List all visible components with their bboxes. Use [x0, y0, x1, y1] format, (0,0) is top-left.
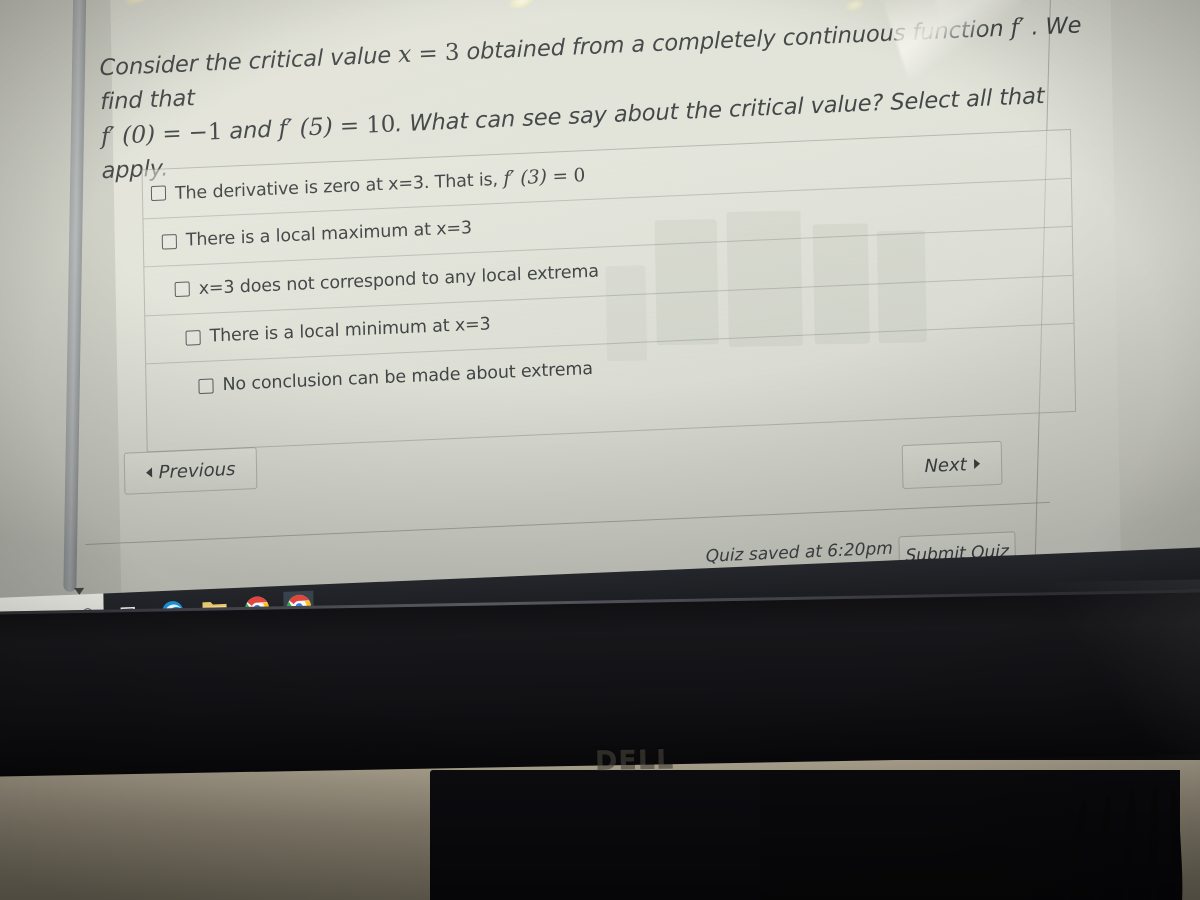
stem-f-of-0: f′ (0)	[100, 119, 156, 151]
answer-checkbox[interactable]	[185, 329, 201, 346]
stem-value-10: 10	[365, 111, 396, 139]
answer-option-label: No conclusion can be made about extrema	[222, 359, 594, 396]
answer-math-expression: f′ (3)	[503, 165, 547, 190]
stem-text-a: Consider the critical value	[99, 42, 399, 82]
dell-brand-logo: DELL	[594, 744, 675, 778]
stem-eq-1: =	[411, 40, 446, 68]
answer-option[interactable]: The derivative is zero at x=3. That is, …	[150, 164, 586, 205]
answer-checkbox[interactable]	[161, 233, 177, 250]
answer-option-label: There is a local maximum at x=3	[185, 218, 473, 251]
answer-options-container: The derivative is zero at x=3. That is, …	[141, 128, 1077, 453]
stem-eq-3: =	[332, 112, 367, 141]
next-question-button[interactable]: Next	[901, 440, 1003, 490]
stem-fprime: f′	[1010, 12, 1025, 42]
previous-question-button[interactable]: Previous	[123, 446, 258, 495]
answer-option-label: x=3 does not correspond to any local ext…	[198, 261, 599, 299]
answer-option-label: There is a local minimum at x=3	[209, 314, 491, 347]
stem-value-neg1: −1	[188, 118, 223, 147]
answer-math-value: 0	[573, 164, 586, 187]
monitor-stand	[430, 770, 780, 900]
chevron-left-icon	[145, 467, 152, 478]
stem-f-of-5: f′ (5)	[278, 112, 333, 143]
bezel-glint	[979, 577, 1200, 774]
stem-var-x: x	[397, 39, 412, 69]
photo-of-monitor: e als Consider the critical value x = 3 …	[0, 0, 1200, 900]
answer-option[interactable]: No conclusion can be made about extrema	[198, 359, 593, 396]
monitor-stand-shadow	[760, 770, 1180, 900]
answer-math-equals: =	[546, 165, 574, 188]
answer-checkbox[interactable]	[174, 281, 190, 298]
answer-checkbox[interactable]	[198, 378, 214, 394]
stem-value-3: 3	[444, 39, 460, 67]
next-button-label: Next	[924, 453, 967, 477]
answer-option[interactable]: There is a local minimum at x=3	[185, 314, 491, 348]
answer-option[interactable]: x=3 does not correspond to any local ext…	[174, 261, 599, 300]
answer-option-label: The derivative is zero at x=3. That is, …	[174, 164, 586, 204]
stem-eq-2: =	[154, 120, 189, 148]
answer-option[interactable]: There is a local maximum at x=3	[161, 218, 473, 252]
chevron-right-icon	[973, 458, 980, 469]
answer-checkbox[interactable]	[150, 185, 167, 202]
stem-and: and	[222, 116, 279, 145]
monitor-screen: e als Consider the critical value x = 3 …	[0, 0, 1200, 638]
previous-button-label: Previous	[158, 458, 236, 483]
